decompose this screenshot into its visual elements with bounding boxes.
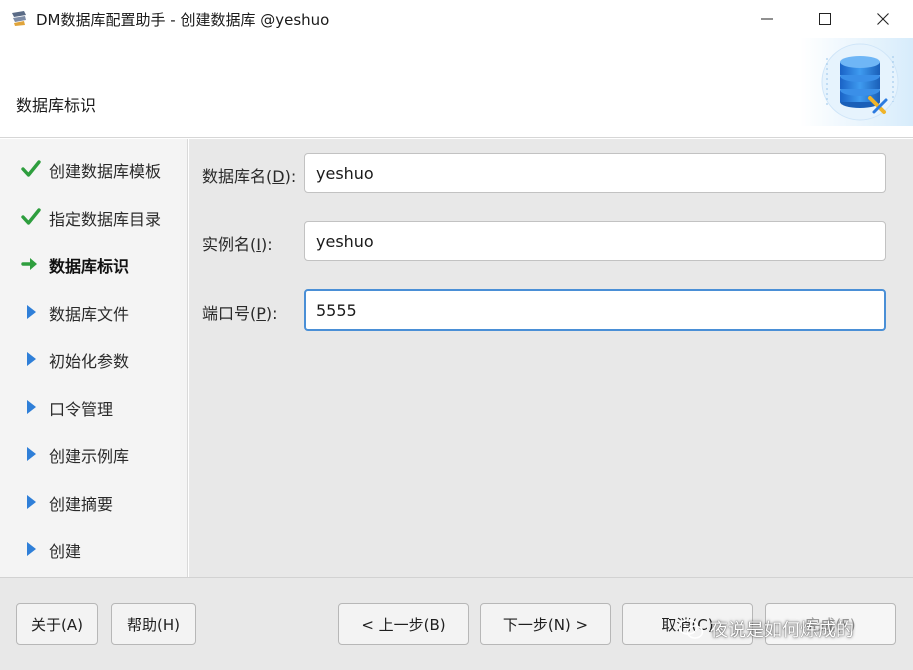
checkmark-icon: [21, 160, 41, 177]
instance-name-label: 实例名(I):: [202, 235, 273, 254]
database-config-icon: [800, 38, 913, 126]
triangle-right-icon: [27, 352, 36, 366]
step-label: 创建摘要: [49, 495, 114, 514]
watermark-text: 夜说是如何炼成的: [710, 620, 854, 641]
triangle-right-icon: [27, 495, 36, 509]
step-label: 数据库标识: [49, 257, 130, 276]
step-label: 创建数据库模板: [49, 162, 162, 181]
step-db-identity[interactable]: 数据库标识: [0, 245, 188, 281]
identity-form: 数据库名(D): 实例名(I): 端口号(P):: [189, 139, 913, 577]
page-title: 数据库标识: [16, 96, 97, 115]
step-sample-db[interactable]: 创建示例库: [0, 435, 188, 471]
step-label: 创建: [49, 542, 82, 561]
step-label: 口令管理: [49, 400, 114, 419]
step-password-management[interactable]: 口令管理: [0, 388, 188, 424]
step-init-params[interactable]: 初始化参数: [0, 340, 188, 376]
close-icon: [877, 13, 889, 25]
step-label: 初始化参数: [49, 352, 130, 371]
db-name-input[interactable]: [304, 153, 886, 193]
about-button[interactable]: 关于(A): [16, 603, 98, 645]
step-label: 指定数据库目录: [49, 210, 162, 229]
maximize-button[interactable]: [796, 0, 854, 38]
close-button[interactable]: [854, 0, 912, 38]
step-create[interactable]: 创建: [0, 530, 188, 566]
db-name-label: 数据库名(D):: [202, 167, 297, 186]
step-db-directory[interactable]: 指定数据库目录: [0, 198, 188, 234]
previous-button[interactable]: < 上一步(B): [338, 603, 469, 645]
minimize-icon: [761, 18, 773, 20]
step-db-files[interactable]: 数据库文件: [0, 293, 188, 329]
port-label: 端口号(P):: [202, 304, 278, 323]
step-label: 创建示例库: [49, 447, 130, 466]
help-button[interactable]: 帮助(H): [111, 603, 196, 645]
arrow-right-icon: [21, 258, 37, 270]
instance-name-input[interactable]: [304, 221, 886, 261]
app-icon: [12, 11, 26, 26]
next-button[interactable]: 下一步(N) >: [480, 603, 611, 645]
triangle-right-icon: [27, 542, 36, 556]
step-create-template[interactable]: 创建数据库模板: [0, 150, 188, 186]
port-input[interactable]: [304, 289, 886, 331]
step-summary[interactable]: 创建摘要: [0, 483, 188, 519]
wizard-steps-sidebar: 创建数据库模板 指定数据库目录 数据库标识 数据库文件 初始化参数 口令管理 创…: [0, 139, 188, 577]
wechat-icon: [678, 619, 704, 639]
checkmark-icon: [21, 208, 41, 225]
triangle-right-icon: [27, 305, 36, 319]
minimize-button[interactable]: [738, 0, 796, 38]
step-label: 数据库文件: [49, 305, 130, 324]
window-title: DM数据库配置助手 - 创建数据库 @yeshuo: [36, 11, 330, 29]
triangle-right-icon: [27, 400, 36, 414]
title-bar: DM数据库配置助手 - 创建数据库 @yeshuo: [0, 0, 913, 38]
triangle-right-icon: [27, 447, 36, 461]
maximize-icon: [819, 13, 831, 25]
watermark: 夜说是如何炼成的: [678, 615, 854, 643]
page-header: 数据库标识: [0, 38, 913, 138]
